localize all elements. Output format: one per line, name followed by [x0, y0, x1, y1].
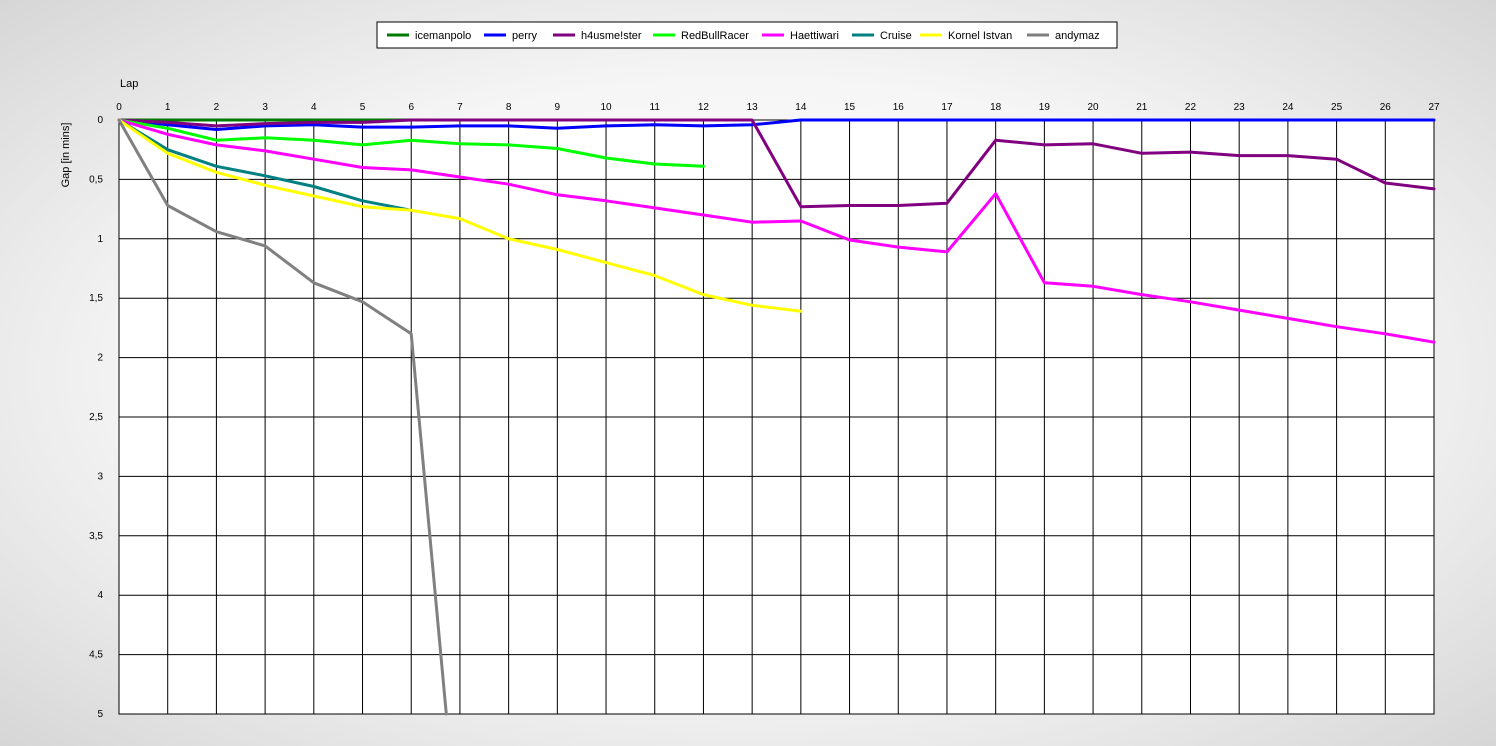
- legend-label: Cruise: [880, 30, 912, 42]
- y-tick-label: 0,5: [89, 174, 103, 185]
- x-tick-label: 16: [893, 102, 905, 113]
- x-axis-label: Lap: [120, 78, 138, 90]
- x-tick-label: 10: [600, 102, 612, 113]
- y-tick-label: 1: [97, 234, 103, 245]
- y-tick-label: 4: [97, 590, 103, 601]
- x-tick-label: 22: [1185, 102, 1197, 113]
- chart: 0 1 2 3 4 5 6 7 8 9 10 11 12 13 14 15 16 17 18 19 20 21 22 23 24…: [60, 21, 1440, 720]
- y-tick-label: 3,5: [89, 531, 103, 542]
- y-tick-label: 2,5: [89, 412, 103, 423]
- y-axis-ticks: 0 0,5 1 1,5 2 2,5 3 3,5 4 4,5 5: [89, 115, 103, 720]
- y-tick-label: 3: [97, 471, 103, 482]
- x-tick-label: 15: [844, 102, 856, 113]
- x-tick-label: 9: [555, 102, 561, 113]
- x-tick-label: 3: [262, 102, 268, 113]
- x-tick-label: 17: [941, 102, 953, 113]
- x-tick-label: 8: [506, 102, 512, 113]
- x-tick-label: 19: [1039, 102, 1051, 113]
- legend-label: andymaz: [1055, 30, 1100, 42]
- x-tick-label: 11: [650, 102, 661, 113]
- x-tick-label: 27: [1428, 102, 1440, 113]
- legend-label: perry: [512, 30, 538, 42]
- x-tick-label: 26: [1380, 102, 1392, 113]
- x-axis-ticks: 0 1 2 3 4 5 6 7 8 9 10 11 12 13 14 15 16 17 18 19 20 21 22 23 24…: [116, 102, 1440, 113]
- x-tick-label: 25: [1331, 102, 1343, 113]
- y-axis-label: Gap [in mins]: [60, 123, 72, 188]
- legend-label: Kornel Istvan: [948, 30, 1012, 42]
- x-tick-label: 23: [1234, 102, 1246, 113]
- x-tick-label: 24: [1282, 102, 1294, 113]
- x-tick-label: 14: [795, 102, 807, 113]
- x-tick-label: 2: [214, 102, 220, 113]
- x-tick-label: 12: [698, 102, 710, 113]
- legend-label: h4usme!ster: [581, 30, 642, 42]
- y-tick-label: 2: [97, 353, 103, 364]
- x-tick-label: 13: [747, 102, 759, 113]
- legend-label: RedBullRacer: [681, 30, 749, 42]
- y-tick-label: 0: [97, 115, 103, 126]
- y-tick-label: 5: [97, 709, 103, 720]
- x-tick-label: 7: [457, 102, 463, 113]
- legend: icemanpolo perry h4usme!ster RedBullRacer Ha…: [376, 21, 1118, 49]
- x-tick-label: 21: [1136, 102, 1148, 113]
- grid: [118, 119, 1435, 715]
- x-tick-label: 20: [1088, 102, 1100, 113]
- x-tick-label: 4: [311, 102, 317, 113]
- y-tick-label: 4,5: [89, 650, 103, 661]
- x-tick-label: 6: [408, 102, 414, 113]
- legend-label: icemanpolo: [415, 30, 471, 42]
- x-tick-label: 1: [165, 102, 171, 113]
- x-tick-label: 18: [990, 102, 1002, 113]
- y-tick-label: 1,5: [89, 293, 103, 304]
- legend-label: Haettiwari: [790, 30, 839, 42]
- x-tick-label: 5: [360, 102, 366, 113]
- x-tick-label: 0: [116, 102, 122, 113]
